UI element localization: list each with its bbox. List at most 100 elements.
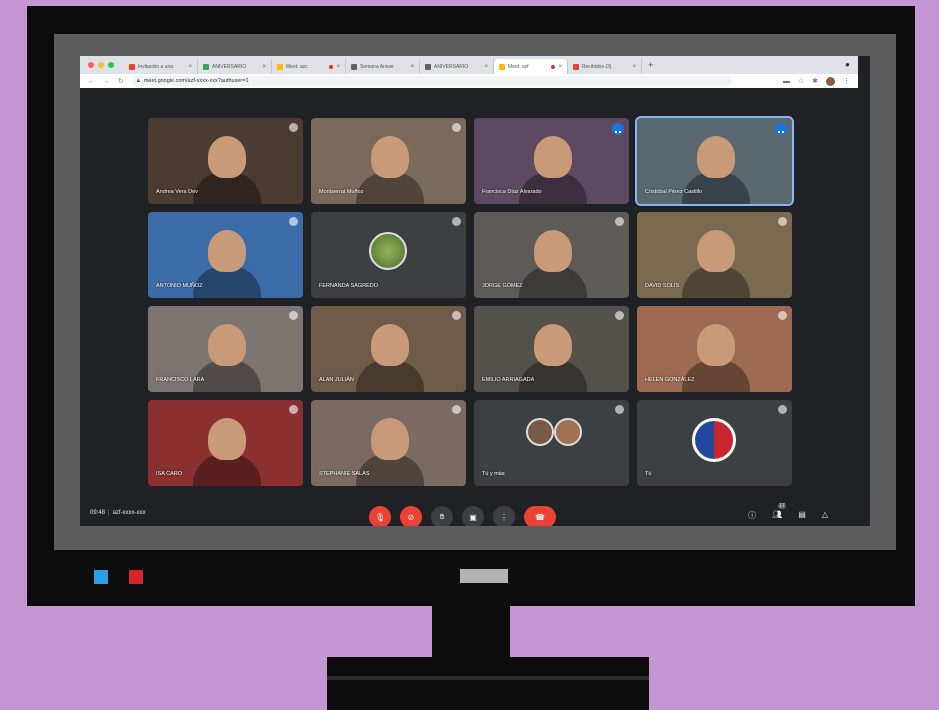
window-controls [88,56,114,74]
participant-tile[interactable]: Francisca Díaz Alvarado [474,118,629,204]
browser-tab[interactable]: ANIVERSARIO × [420,59,494,74]
tab-favicon-icon [425,63,431,70]
browser-toolbar: ← → ↻ 🔒︎ meet.google.com/azf-xxxx-xxx?au… [80,74,858,88]
participant-tile[interactable]: JORGE GÓMEZ [474,212,629,298]
participant-avatar [554,418,582,446]
tab-favicon-icon [203,63,209,70]
participant-name: EMILIO ARRIAGADA [482,377,535,383]
mute-indicator-icon [452,311,461,320]
participant-tile[interactable]: Tú y más [474,400,629,486]
camera-permission-icon[interactable]: ▬ [783,78,790,85]
present-screen-button[interactable]: ▣ [462,506,484,526]
participant-name: Cristóbal Pérez Castillo [645,189,703,195]
participant-video-face [697,136,735,178]
participant-tile[interactable]: Andrea Vera Dev [148,118,303,204]
close-tab-icon[interactable]: × [558,64,562,70]
reload-icon[interactable]: ↻ [118,77,124,85]
participant-tile[interactable]: ISA CARO [148,400,303,486]
back-arrow-icon[interactable]: ← [88,78,95,85]
browser-tab[interactable]: Meet: azc × [272,59,346,74]
mute-indicator-icon [452,217,461,226]
participant-tile[interactable]: HELEN GONZÁLEZ [637,306,792,392]
participant-tile[interactable]: EMILIO ARRIAGADA [474,306,629,392]
tab-title: Meet: azf [508,63,529,70]
participant-tile[interactable]: STEPHANIE SALAS [311,400,466,486]
address-bar[interactable]: 🔒︎ meet.google.com/azf-xxxx-xxx?authuser… [131,76,732,86]
participant-tile[interactable]: ALAN JULIÁN [311,306,466,392]
participant-tile[interactable]: FRANCISCO LARA [148,306,303,392]
minimize-window-button[interactable] [98,62,104,68]
maximize-window-button[interactable] [108,62,114,68]
chat-icon[interactable]: ▤ [798,510,806,521]
monitor-stand-base-edge [327,676,649,680]
tab-strip: Invitación a una × ANIVERSARIO × Meet: azc × S… [80,56,858,74]
extension-icon[interactable]: ✱ [812,77,818,85]
forward-arrow-icon[interactable]: → [103,78,110,85]
meeting-info: 09:48 | azf-xxxx-xxx [90,510,146,516]
participant-tile[interactable]: DAVID SOLÍS [637,212,792,298]
tab-favicon-icon [277,63,283,70]
mute-indicator-icon [615,405,624,414]
people-icon[interactable]: 👥︎ 17 [772,503,786,521]
participant-name: ALAN JULIÁN [319,377,354,383]
participant-name: ISA CARO [156,471,182,477]
new-tab-button[interactable]: + [648,60,653,70]
info-icon[interactable]: ⓘ [748,510,756,521]
participant-tile[interactable]: FERNANDA SAGREDO [311,212,466,298]
browser-tab[interactable]: Recibidos (3) × [568,59,642,74]
participant-video-face [534,324,572,366]
microphone-toggle-button[interactable]: 🎙︎ [369,506,391,526]
camera-off-icon: ⊘ [407,512,415,522]
tab-favicon-icon [129,63,135,70]
mute-indicator-icon [615,217,624,226]
close-window-button[interactable] [88,62,94,68]
raise-hand-button[interactable]: ✋︎ [431,506,453,526]
browser-tab[interactable]: Meet: azf × [494,59,568,74]
meeting-time: 09:48 [90,510,106,516]
close-tab-icon[interactable]: × [188,64,192,70]
monitor-indicator-red [129,570,143,584]
participant-tile[interactable]: Montserrat Muñoz [311,118,466,204]
close-tab-icon[interactable]: × [262,64,266,70]
participant-video-face [371,418,409,460]
participant-name: FERNANDA SAGREDO [319,283,378,289]
tab-favicon-icon [499,63,505,70]
close-tab-icon[interactable]: × [632,64,636,70]
more-vertical-icon: ⋮ [500,512,508,522]
participant-tile[interactable]: Cristóbal Pérez Castillo [635,116,794,206]
mute-indicator-icon [452,123,461,132]
browser-menu-icon[interactable]: ⋮ [843,77,850,85]
browser-tab[interactable]: ANIVERSARIO × [198,59,272,74]
browser-window: Invitación a una × ANIVERSARIO × Meet: azc × S… [80,56,870,526]
participant-tile[interactable]: ANTONIO MUÑOZ [148,212,303,298]
account-circle-icon[interactable]: ● [845,60,850,69]
mute-indicator-icon [289,217,298,226]
participant-video-face [697,230,735,272]
monitor-stand-neck [432,604,510,664]
tab-favicon-icon [351,63,357,70]
leave-call-button[interactable]: ☎︎ [524,506,556,526]
speaking-indicator-icon [775,123,787,135]
participant-name: Montserrat Muñoz [319,189,364,195]
close-tab-icon[interactable]: × [410,64,414,70]
participant-video-face [534,230,572,272]
close-tab-icon[interactable]: × [484,64,488,70]
participant-video-face [208,324,246,366]
mute-indicator-icon [778,311,787,320]
close-tab-icon[interactable]: × [336,64,340,70]
participant-name: DAVID SOLÍS [645,283,680,289]
mute-indicator-icon [289,405,298,414]
more-options-button[interactable]: ⋮ [493,506,515,526]
participant-name: Andrea Vera Dev [156,189,198,195]
tab-favicon-icon [573,63,579,70]
bookmark-star-icon[interactable]: ☆ [798,77,804,85]
present-screen-icon: ▣ [469,512,477,522]
profile-avatar[interactable] [826,76,835,86]
activities-icon[interactable]: △ [822,510,828,521]
camera-toggle-button[interactable]: ⊘ [400,506,422,526]
url-text: meet.google.com/azf-xxxx-xxx?authuser=1 [143,78,249,84]
lock-icon: 🔒︎ [136,77,140,84]
participant-tile[interactable]: Tú [637,400,792,486]
browser-tab[interactable]: Invitación a una × [124,59,198,74]
browser-tab[interactable]: Semana Aniver × [346,59,420,74]
